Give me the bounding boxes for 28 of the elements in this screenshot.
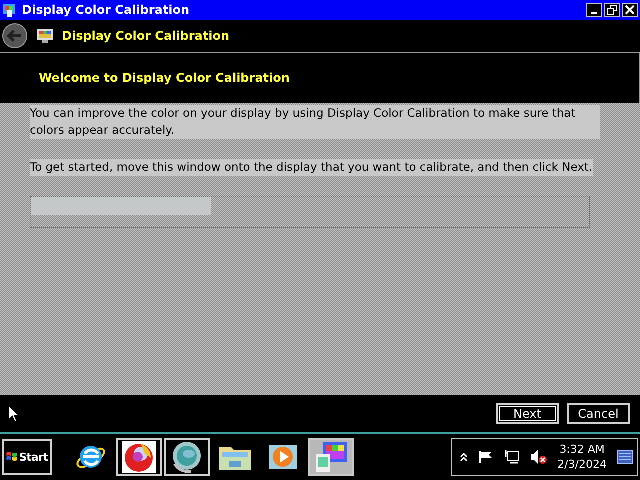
show-desktop-icon[interactable] [617,450,633,464]
restore-icon [607,5,617,15]
wizard-button[interactable]: Cancel [567,403,630,424]
muted-speaker-icon[interactable] [530,449,548,465]
clock-time[interactable]: 3:32 AM [560,442,605,457]
flag-icon[interactable] [478,450,494,464]
taskbar-button[interactable] [116,438,162,476]
back-button[interactable] [2,23,28,49]
color-monitor-icon [313,440,349,474]
close-icon [625,5,635,15]
start-button[interactable]: Start [2,439,52,475]
body-text: You can improve the color on your display by using Display Color Calibration to make sure that colors appear accurately. [30,105,600,139]
clock-date[interactable]: 2/3/2024 [558,457,607,472]
restore-button[interactable] [604,3,620,17]
network-icon[interactable] [504,449,520,465]
window-title: Display Color Calibration [22,3,191,17]
wizard-title: Display Color Calibration [62,29,230,43]
monitor-icon [36,28,54,44]
chevron-icon[interactable] [460,452,468,462]
minimize-button[interactable] [586,3,602,17]
close-button[interactable] [622,3,638,17]
wizard-button[interactable]: Next [496,403,559,424]
body-text: To get started, move this window onto the display that you want to calibrate, and then click Next. [30,159,593,176]
app-icon [2,2,18,18]
fox-globe-icon [121,440,157,474]
mouse-pointer-icon [8,404,20,422]
page-heading: Welcome to Display Color Calibration [39,71,290,85]
taskbar-button[interactable] [164,438,210,476]
